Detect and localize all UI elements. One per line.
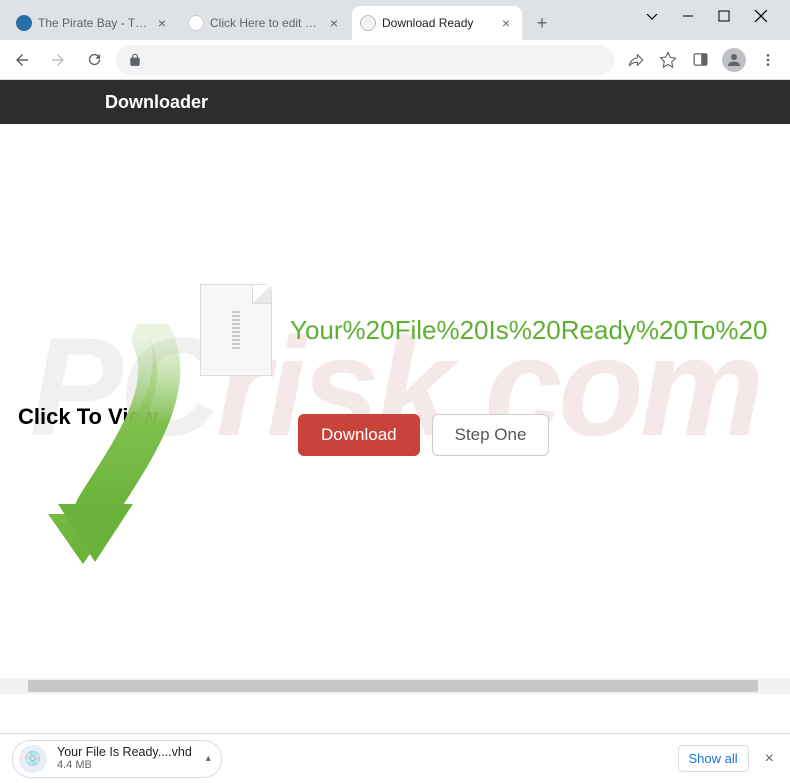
step-one-button[interactable]: Step One: [432, 414, 550, 456]
file-ready-text: Your%20File%20Is%20Ready%20To%20: [290, 315, 767, 346]
toolbar: [0, 40, 790, 80]
download-filename: Your File Is Ready....vhd: [57, 746, 192, 760]
reload-button[interactable]: [80, 46, 108, 74]
show-all-button[interactable]: Show all: [678, 745, 749, 772]
page-title: Downloader: [105, 92, 208, 113]
downloads-bar: 💿 Your File Is Ready....vhd 4.4 MB ▴ Sho…: [0, 733, 790, 783]
maximize-icon[interactable]: [718, 10, 730, 22]
address-bar[interactable]: [116, 45, 614, 75]
file-block: Your%20File%20Is%20Ready%20To%20: [200, 284, 767, 376]
page-header: Downloader: [0, 80, 790, 124]
bookmark-icon[interactable]: [658, 50, 678, 70]
tab-0[interactable]: The Pirate Bay - The gal ×: [8, 6, 178, 40]
tab-title: Click Here to edit your L: [210, 16, 322, 30]
arrow-down-icon: [38, 324, 208, 574]
download-item[interactable]: 💿 Your File Is Ready....vhd 4.4 MB ▴: [12, 740, 222, 778]
globe-icon: [360, 15, 376, 31]
tab-2[interactable]: Download Ready ×: [352, 6, 522, 40]
horizontal-scrollbar[interactable]: [0, 678, 790, 694]
chevron-up-icon[interactable]: ▴: [206, 753, 211, 764]
favicon-icon: [16, 15, 32, 31]
button-row: Download Step One: [298, 414, 549, 456]
toolbar-right: [622, 48, 782, 72]
new-tab-button[interactable]: +: [528, 9, 556, 37]
menu-icon[interactable]: [758, 50, 778, 70]
close-icon[interactable]: ×: [761, 746, 778, 772]
tab-title: Download Ready: [382, 16, 494, 30]
disk-icon: 💿: [19, 745, 47, 773]
close-icon[interactable]: ×: [498, 15, 514, 31]
page-content: PCrisk.com Downloader Your%20File%20Is%2…: [0, 80, 790, 694]
side-panel-icon[interactable]: [690, 50, 710, 70]
download-info: Your File Is Ready....vhd 4.4 MB: [57, 746, 192, 772]
click-to-view-callout: Click To View: [18, 404, 158, 430]
download-button[interactable]: Download: [298, 414, 420, 456]
favicon-icon: [188, 15, 204, 31]
forward-button[interactable]: [44, 46, 72, 74]
back-button[interactable]: [8, 46, 36, 74]
tab-title: The Pirate Bay - The gal: [38, 16, 150, 30]
close-icon[interactable]: ×: [326, 15, 342, 31]
scrollbar-thumb[interactable]: [28, 680, 758, 692]
tab-strip: The Pirate Bay - The gal × Click Here to…: [8, 0, 638, 40]
tab-1[interactable]: Click Here to edit your L ×: [180, 6, 350, 40]
close-icon[interactable]: ×: [154, 15, 170, 31]
main-area: Your%20File%20Is%20Ready%20To%20 Downloa…: [0, 124, 790, 694]
window-close-icon[interactable]: [754, 9, 768, 23]
window-controls: [638, 0, 772, 40]
profile-avatar[interactable]: [722, 48, 746, 72]
minimize-icon[interactable]: [682, 10, 694, 22]
zipper-icon: [232, 311, 240, 349]
lock-icon: [128, 53, 142, 67]
download-size: 4.4 MB: [57, 759, 192, 771]
titlebar: The Pirate Bay - The gal × Click Here to…: [0, 0, 790, 40]
zip-file-icon: [200, 284, 272, 376]
chevron-down-icon[interactable]: [646, 10, 658, 22]
share-icon[interactable]: [626, 50, 646, 70]
